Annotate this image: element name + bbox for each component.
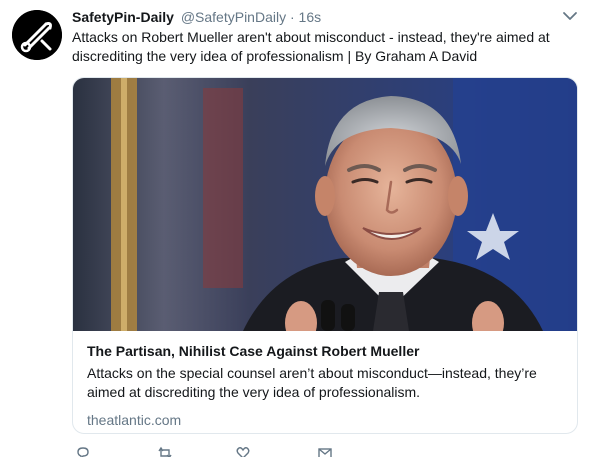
timestamp[interactable]: 16s xyxy=(299,9,322,25)
separator: · xyxy=(289,9,295,25)
avatar[interactable] xyxy=(12,10,62,60)
user-handle[interactable]: @SafetyPinDaily xyxy=(181,9,286,25)
retweet-button[interactable] xyxy=(158,446,172,457)
like-button[interactable] xyxy=(236,446,250,457)
card-description: Attacks on the special counsel aren’t ab… xyxy=(87,365,537,400)
tweet-text: Attacks on Robert Mueller aren't about m… xyxy=(72,29,550,64)
card-title: The Partisan, Nihilist Case Against Robe… xyxy=(87,343,420,359)
message-icon xyxy=(318,448,332,457)
card-body: The Partisan, Nihilist Case Against Robe… xyxy=(87,342,567,430)
chevron-down-icon xyxy=(563,12,577,20)
card-image xyxy=(73,78,577,331)
more-options-button[interactable] xyxy=(562,9,578,23)
tweet-header: SafetyPin-Daily @SafetyPinDaily · 16s xyxy=(72,8,321,26)
link-card[interactable]: The Partisan, Nihilist Case Against Robe… xyxy=(72,77,578,434)
like-icon xyxy=(236,447,250,457)
retweet-icon xyxy=(158,446,172,457)
display-name[interactable]: SafetyPin-Daily xyxy=(72,9,174,25)
card-domain: theatlantic.com xyxy=(87,412,182,428)
tweet: SafetyPin-Daily @SafetyPinDaily · 16s At… xyxy=(0,0,598,457)
reply-icon xyxy=(77,447,89,457)
reply-button[interactable] xyxy=(76,446,90,457)
direct-message-button[interactable] xyxy=(318,446,332,457)
safety-pin-logo-icon xyxy=(12,10,62,60)
